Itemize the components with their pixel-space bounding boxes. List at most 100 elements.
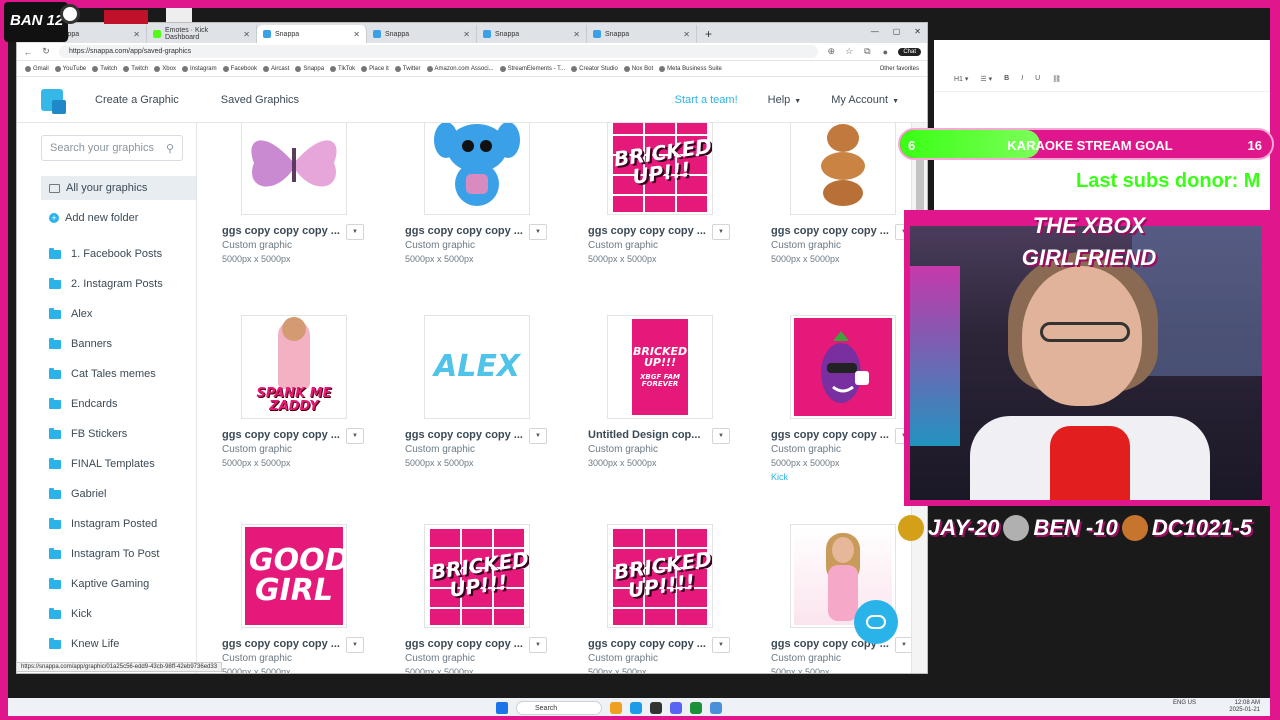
browser-tab[interactable]: Snappa ✕ — [477, 25, 587, 43]
bookmark-item[interactable]: Twitter — [394, 65, 421, 72]
graphic-name[interactable]: ggs copy copy copy ... — [405, 429, 523, 441]
url-field[interactable]: https://snappa.com/app/saved-graphics — [59, 45, 819, 58]
app-icon[interactable] — [650, 702, 662, 714]
extensions-icon[interactable]: ⧉ — [862, 46, 872, 57]
start-button-icon[interactable] — [496, 702, 508, 714]
bookmark-item[interactable]: Facebook — [222, 65, 257, 72]
bookmark-item[interactable]: Gmail — [25, 65, 49, 72]
graphic-name[interactable]: ggs copy copy copy ... — [588, 225, 706, 237]
folder-item[interactable]: 2. Instagram Posts — [17, 269, 196, 299]
bold-button[interactable]: B — [1004, 75, 1009, 82]
graphics-search-input[interactable]: Search your graphics ⚲ — [41, 135, 183, 161]
graphic-thumbnail[interactable] — [424, 123, 530, 215]
bookmark-item[interactable]: Aircast — [263, 65, 289, 72]
browser-tab[interactable]: Emotes · Kick Dashboard ✕ — [147, 25, 257, 43]
graphic-card[interactable]: BRICKED UP!!! XBGF FAM FOREVER Untitled De… — [588, 315, 758, 505]
other-favorites[interactable]: Other favorites — [880, 66, 919, 72]
card-options-dropdown[interactable]: ▼ — [346, 428, 364, 444]
graphic-card[interactable]: BRICKED UP!!! ggs copy copy copy ... ▼ Cust… — [588, 123, 758, 301]
graphic-name[interactable]: ggs copy copy copy ... — [222, 429, 340, 441]
close-window-icon[interactable]: ✕ — [914, 27, 921, 36]
edge-icon[interactable] — [630, 702, 642, 714]
folder-item[interactable]: FINAL Templates — [17, 449, 196, 479]
card-options-dropdown[interactable]: ▼ — [529, 637, 547, 653]
support-chat-button[interactable] — [854, 600, 898, 644]
back-icon[interactable]: ← — [23, 47, 33, 57]
graphic-thumbnail[interactable] — [241, 123, 347, 215]
bookmark-item[interactable]: Instagram — [181, 65, 217, 72]
add-folder-button[interactable]: + Add new folder — [49, 212, 196, 224]
bookmark-item[interactable]: Xbox — [154, 65, 176, 72]
card-options-dropdown[interactable]: ▼ — [712, 428, 730, 444]
bookmark-item[interactable]: Meta Business Suite — [659, 65, 722, 72]
heading-dropdown[interactable]: H1 ▾ — [954, 75, 968, 83]
folder-item[interactable]: FB Stickers — [17, 419, 196, 449]
all-graphics-item[interactable]: All your graphics — [41, 176, 196, 200]
list-dropdown[interactable]: ☰ ▾ — [980, 75, 992, 83]
close-tab-icon[interactable]: ✕ — [353, 30, 360, 39]
graphic-folder-tag[interactable]: Kick — [771, 472, 788, 482]
folder-item[interactable]: Knew Life — [17, 629, 196, 659]
underline-button[interactable]: U — [1035, 75, 1040, 82]
folder-item[interactable]: Kick — [17, 599, 196, 629]
graphic-thumbnail[interactable] — [790, 315, 896, 419]
graphic-card[interactable]: GOOD GIRL ggs copy copy copy ... ▼ Custom g… — [222, 524, 392, 673]
help-menu[interactable]: Help ▼ — [768, 94, 802, 106]
graphic-card[interactable]: ggs copy copy copy ...▼Custom graphic500… — [771, 123, 911, 301]
create-graphic-link[interactable]: Create a Graphic — [95, 94, 179, 106]
new-tab-button[interactable]: + — [705, 27, 712, 41]
graphic-thumbnail[interactable]: BRICKED UP!!! XBGF FAM FOREVER — [607, 315, 713, 419]
snappa-logo-icon[interactable] — [41, 88, 66, 114]
graphic-card[interactable]: ALEX ggs copy copy copy ... ▼ Custom graphi… — [405, 315, 575, 505]
card-options-dropdown[interactable]: ▼ — [712, 637, 730, 653]
minimize-icon[interactable]: — — [871, 27, 879, 36]
close-tab-icon[interactable]: ✕ — [243, 30, 250, 39]
file-explorer-icon[interactable] — [610, 702, 622, 714]
bookmark-item[interactable]: Nox Bot — [623, 65, 653, 72]
browser-tab[interactable]: Snappa ✕ — [257, 25, 367, 43]
bookmark-item[interactable]: Snappa — [295, 65, 324, 72]
folder-item[interactable]: Endcards — [17, 389, 196, 419]
close-tab-icon[interactable]: ✕ — [573, 30, 580, 39]
graphic-card[interactable]: BRICKED UP!!!! ggs copy copy copy ... ▼ Cus… — [588, 524, 758, 673]
language-indicator[interactable]: ENG US — [1173, 700, 1196, 707]
nvidia-icon[interactable] — [690, 702, 702, 714]
graphic-thumbnail[interactable]: BRICKED UP!!! — [424, 524, 530, 628]
browser-tab[interactable]: Snappa ✕ — [587, 25, 697, 43]
bookmark-item[interactable]: Twitch — [123, 65, 148, 72]
graphic-card[interactable]: ggs copy copy copy ...▼Custom graphic500… — [771, 315, 911, 505]
account-menu[interactable]: My Account ▼ — [831, 94, 899, 106]
bookmark-item[interactable]: YouTube — [54, 65, 86, 72]
graphic-thumbnail[interactable]: ALEX — [424, 315, 530, 419]
graphic-card[interactable]: SPANK ME ZADDY ggs copy copy copy ... ▼ Cus… — [222, 315, 392, 505]
graphic-thumbnail[interactable]: GOOD GIRL — [241, 524, 347, 628]
snappa-taskbar-icon[interactable] — [710, 702, 722, 714]
clock[interactable]: 12:08 AM 2025-01-21 — [1229, 700, 1260, 714]
maximize-icon[interactable]: ▢ — [893, 27, 901, 36]
card-options-dropdown[interactable]: ▼ — [895, 637, 911, 653]
bookmark-item[interactable]: TikTok — [330, 65, 355, 72]
star-icon[interactable]: ☆ — [844, 46, 854, 57]
folder-item[interactable]: Instagram Posted — [17, 509, 196, 539]
folder-item[interactable]: Alex — [17, 299, 196, 329]
folder-item[interactable]: Banners — [17, 329, 196, 359]
graphic-name[interactable]: ggs copy copy copy ... — [222, 638, 340, 650]
graphic-name[interactable]: ggs copy copy copy ... — [405, 638, 523, 650]
folder-item[interactable]: 1. Facebook Posts — [17, 239, 196, 269]
graphic-thumbnail[interactable]: BRICKED UP!!! — [607, 123, 713, 215]
bookmark-item[interactable]: Amazon.com Associ... — [426, 65, 494, 72]
card-options-dropdown[interactable]: ▼ — [346, 224, 364, 240]
start-team-link[interactable]: Start a team! — [675, 94, 738, 106]
graphic-card[interactable]: ggs copy copy copy ...▼Custom graphic500… — [405, 123, 575, 301]
browser-tab[interactable]: Snappa ✕ — [367, 25, 477, 43]
close-tab-icon[interactable]: ✕ — [463, 30, 470, 39]
graphic-card[interactable]: ggs copy copy copy ...▼Custom graphic500… — [222, 123, 392, 301]
graphic-thumbnail[interactable] — [790, 123, 896, 215]
graphic-card[interactable]: ggs copy copy copy ...▼Custom graphic500… — [771, 524, 911, 673]
folder-item[interactable]: Instagram To Post — [17, 539, 196, 569]
taskbar-search[interactable]: Search — [516, 701, 602, 715]
italic-button[interactable]: I — [1021, 75, 1023, 82]
graphic-card[interactable]: BRICKED UP!!! ggs copy copy copy ... ▼ Cust… — [405, 524, 575, 673]
graphic-name[interactable]: ggs copy copy copy ... — [588, 638, 706, 650]
bookmark-item[interactable]: Place it — [361, 65, 389, 72]
